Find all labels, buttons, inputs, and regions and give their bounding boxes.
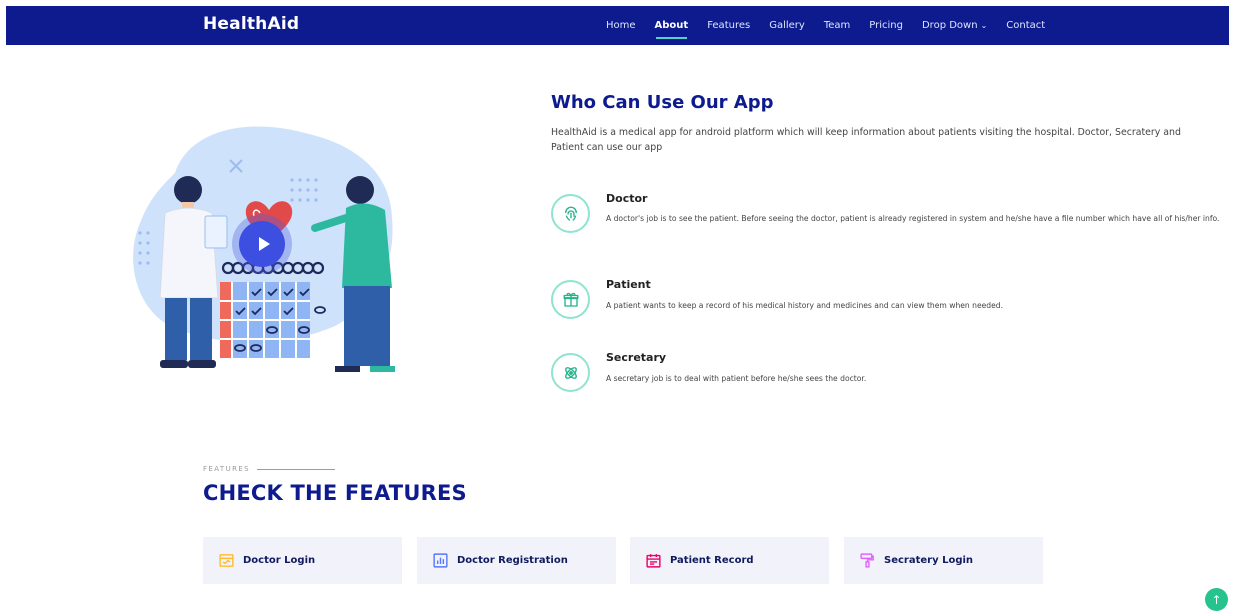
feature-card-doctor-registration[interactable]: Doctor Registration [417, 537, 616, 584]
features-kicker-label: FEATURES [203, 465, 251, 473]
nav-gallery[interactable]: Gallery [769, 20, 805, 31]
main-nav: Home About Features Gallery Team Pricing… [606, 6, 1045, 45]
nav-dropdown[interactable]: Drop Down ⌄ [922, 20, 987, 31]
nav-about[interactable]: About [655, 20, 688, 39]
nav-features[interactable]: Features [707, 20, 750, 31]
feature-label: Secratery Login [884, 555, 974, 566]
feature-card-patient-record[interactable]: Patient Record [630, 537, 829, 584]
back-to-top-button[interactable]: ↑ [1205, 588, 1228, 611]
atom-icon [551, 353, 590, 392]
nav-dropdown-label: Drop Down [921, 20, 978, 31]
nav-pricing[interactable]: Pricing [869, 20, 903, 31]
feature-label: Doctor Registration [457, 555, 568, 566]
kicker-line [257, 468, 336, 470]
role-title-doctor: Doctor [606, 192, 648, 205]
bar-chart-icon [432, 552, 449, 569]
nav-team[interactable]: Team [824, 20, 850, 31]
store-icon [218, 552, 235, 569]
role-desc-secretary: A secretary job is to deal with patient … [606, 374, 867, 383]
features-title: CHECK THE FEATURES [203, 481, 467, 505]
feature-card-secratery-login[interactable]: Secratery Login [844, 537, 1043, 584]
fingerprint-icon [551, 194, 590, 233]
header: HealthAid Home About Features Gallery Te… [6, 6, 1229, 45]
role-desc-doctor: A doctor's job is to see the patient. Be… [606, 214, 1220, 223]
role-title-patient: Patient [606, 278, 651, 291]
feature-card-doctor-login[interactable]: Doctor Login [203, 537, 402, 584]
gift-icon [551, 280, 590, 319]
about-title: Who Can Use Our App [551, 92, 774, 113]
feature-label: Patient Record [670, 555, 754, 566]
feature-label: Doctor Login [243, 555, 316, 566]
role-desc-patient: A patient wants to keep a record of his … [606, 301, 1004, 310]
paint-roller-icon [859, 552, 876, 569]
nav-home[interactable]: Home [606, 20, 636, 31]
nav-contact[interactable]: Contact [1006, 20, 1045, 31]
play-video-button[interactable] [239, 221, 285, 267]
chevron-down-icon: ⌄ [980, 21, 988, 30]
role-title-secretary: Secretary [606, 351, 667, 364]
logo[interactable]: HealthAid [203, 14, 299, 34]
features-kicker: FEATURES [203, 465, 336, 473]
calendar-icon [645, 552, 662, 569]
about-description: HealthAid is a medical app for android p… [551, 127, 1181, 154]
arrow-up-icon: ↑ [1211, 592, 1222, 607]
